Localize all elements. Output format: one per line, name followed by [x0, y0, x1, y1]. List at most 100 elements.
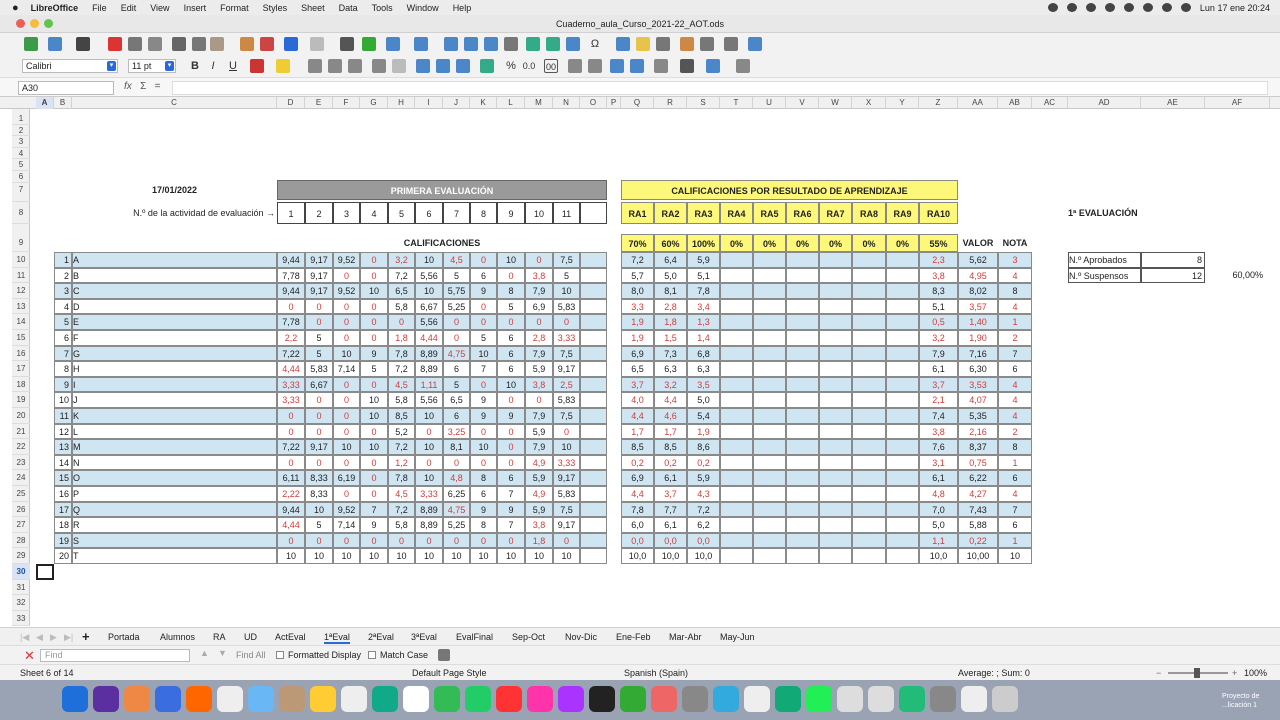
- ra-score[interactable]: 10,0: [654, 548, 687, 564]
- ra-score-empty[interactable]: [720, 361, 753, 377]
- activity-score[interactable]: 5,56: [415, 267, 443, 284]
- activity-score[interactable]: 6,9: [525, 298, 553, 315]
- ra-score[interactable]: 3,3: [621, 298, 654, 315]
- row-header-12[interactable]: 12: [12, 283, 30, 299]
- ra-score-empty[interactable]: [720, 470, 753, 486]
- nota-header[interactable]: NOTA: [998, 234, 1032, 252]
- ra-score-empty[interactable]: [852, 345, 886, 362]
- student-number[interactable]: 17: [54, 501, 72, 518]
- ra-score[interactable]: 4,0: [621, 392, 654, 408]
- activity-score[interactable]: 7,2: [388, 361, 415, 377]
- ra-score-empty[interactable]: [786, 470, 819, 486]
- ra-score-empty[interactable]: [886, 517, 919, 533]
- ra-score[interactable]: 10,0: [621, 548, 654, 564]
- student-number[interactable]: 19: [54, 532, 72, 549]
- chart-icon[interactable]: [546, 37, 560, 51]
- activity-score[interactable]: 0: [277, 408, 305, 424]
- ra-score-empty[interactable]: [753, 517, 786, 533]
- activity-score[interactable]: 10: [360, 392, 388, 408]
- dock-app-icon[interactable]: [434, 686, 460, 712]
- column-header-y[interactable]: Y: [886, 97, 919, 109]
- close-find-icon[interactable]: ✕: [24, 648, 35, 664]
- border-style-icon[interactable]: [680, 59, 694, 73]
- save-icon[interactable]: [76, 37, 90, 51]
- activity-score[interactable]: 0: [415, 532, 443, 549]
- column-icon[interactable]: [414, 37, 428, 51]
- row-header-11[interactable]: 11: [12, 268, 30, 284]
- dock-app-icon[interactable]: [620, 686, 646, 712]
- dock-app-icon[interactable]: [961, 686, 987, 712]
- special-character-icon[interactable]: Ω: [588, 37, 602, 51]
- student-name[interactable]: Q: [72, 501, 277, 518]
- activity-score[interactable]: 0: [497, 454, 525, 471]
- student-name[interactable]: A: [72, 252, 277, 268]
- valor-header[interactable]: VALOR: [958, 234, 998, 252]
- ra-score-empty[interactable]: [753, 376, 786, 393]
- activity-score[interactable]: 5,83: [553, 392, 580, 408]
- nota-score[interactable]: 1: [998, 314, 1032, 330]
- suspensos-value[interactable]: 12: [1141, 267, 1205, 284]
- student-name[interactable]: E: [72, 314, 277, 330]
- activity-score[interactable]: 0: [497, 314, 525, 330]
- activity-score[interactable]: 7: [497, 486, 525, 502]
- dock-app-icon[interactable]: [992, 686, 1018, 712]
- activity-score-empty[interactable]: [580, 517, 607, 533]
- border-color-icon[interactable]: [706, 59, 720, 73]
- activity-score[interactable]: 5: [470, 330, 497, 346]
- ra-score-empty[interactable]: [886, 298, 919, 315]
- nota-score[interactable]: 10: [998, 548, 1032, 564]
- column-header-s[interactable]: S: [687, 97, 720, 109]
- activity-score[interactable]: 10: [470, 345, 497, 362]
- ra-score-empty[interactable]: [720, 408, 753, 424]
- student-number[interactable]: 11: [54, 408, 72, 424]
- ra-score[interactable]: 5,1: [687, 267, 720, 284]
- ra-score-empty[interactable]: [886, 439, 919, 455]
- activity-score[interactable]: 5,56: [415, 314, 443, 330]
- menu-view[interactable]: View: [150, 3, 169, 13]
- activity-score[interactable]: 6: [497, 361, 525, 377]
- ra-score[interactable]: 0,0: [654, 532, 687, 549]
- ra-score-empty[interactable]: [720, 486, 753, 502]
- row-header-32[interactable]: 32: [12, 595, 30, 611]
- dock-app-icon[interactable]: [899, 686, 925, 712]
- ra-score-empty[interactable]: [852, 252, 886, 268]
- activity-score[interactable]: 2,2: [277, 330, 305, 346]
- activity-score-empty[interactable]: [580, 361, 607, 377]
- valor-score[interactable]: 7,16: [958, 345, 998, 362]
- ra-score[interactable]: 6,1: [654, 517, 687, 533]
- activity-score[interactable]: 0: [497, 267, 525, 284]
- ra-score-empty[interactable]: [786, 376, 819, 393]
- activity-score-empty[interactable]: [580, 314, 607, 330]
- activity-number[interactable]: 7: [443, 202, 470, 224]
- activity-score[interactable]: 10: [525, 548, 553, 564]
- calificaciones-label[interactable]: CALIFICACIONES: [277, 234, 607, 252]
- ra-score-empty[interactable]: [786, 501, 819, 518]
- ra-score[interactable]: 3,7: [654, 486, 687, 502]
- activity-score[interactable]: 9: [497, 408, 525, 424]
- dock-app-icon[interactable]: [527, 686, 553, 712]
- nota-score[interactable]: 4: [998, 392, 1032, 408]
- next-sheet-icon[interactable]: ▶: [50, 630, 57, 644]
- activity-score[interactable]: 8,89: [415, 345, 443, 362]
- find-input[interactable]: Find: [40, 649, 190, 662]
- column-header-q[interactable]: Q: [621, 97, 654, 109]
- activity-score-empty[interactable]: [580, 548, 607, 564]
- menu-window[interactable]: Window: [407, 3, 439, 13]
- apple-icon[interactable]: ●: [12, 2, 19, 14]
- search-icon[interactable]: [1142, 3, 1153, 12]
- ra-score[interactable]: 6,4: [654, 252, 687, 268]
- activity-score[interactable]: 9,52: [333, 501, 360, 518]
- nota-score[interactable]: 6: [998, 470, 1032, 486]
- student-name[interactable]: M: [72, 439, 277, 455]
- activity-score-empty[interactable]: [580, 376, 607, 393]
- ra-score-empty[interactable]: [720, 392, 753, 408]
- activity-score-empty[interactable]: [580, 330, 607, 346]
- ra10-score[interactable]: 7,9: [919, 345, 958, 362]
- column-header-l[interactable]: L: [497, 97, 525, 109]
- activity-score[interactable]: 6: [497, 345, 525, 362]
- activity-score[interactable]: 5,75: [443, 283, 470, 299]
- ra-score-empty[interactable]: [852, 501, 886, 518]
- ra-title[interactable]: CALIFICACIONES POR RESULTADO DE APRENDIZ…: [621, 180, 958, 200]
- sheet-tab-4[interactable]: UD: [244, 630, 257, 644]
- activity-score[interactable]: 10: [497, 252, 525, 268]
